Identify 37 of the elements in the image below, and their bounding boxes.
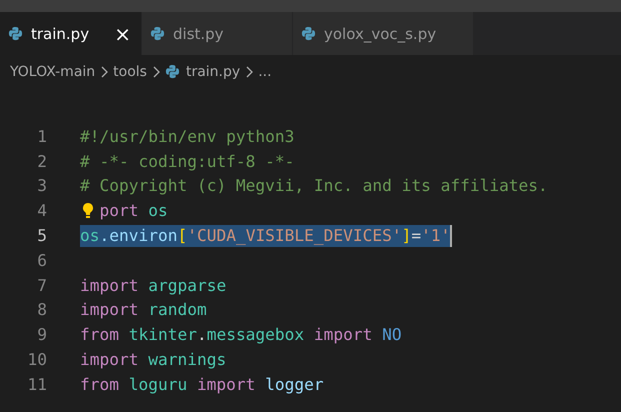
code-line: import warnings — [80, 349, 226, 371]
editor-tab[interactable]: yolox_voc_s.py — [293, 12, 474, 55]
lightbulb-icon[interactable] — [80, 202, 96, 220]
code-line: #!/usr/bin/env python3 — [80, 126, 294, 148]
line-number: 7 — [36, 276, 47, 295]
line-number: 5 — [36, 226, 47, 246]
editor-tab[interactable]: dist.py — [142, 12, 293, 55]
code-line: from loguru import logger — [80, 374, 324, 396]
breadcrumb-item[interactable]: YOLOX-main — [10, 64, 96, 80]
breadcrumb-item[interactable]: train.py — [164, 64, 240, 80]
line-number: 1 — [36, 126, 47, 146]
breadcrumb-item[interactable]: tools — [113, 64, 147, 80]
chevron-icon — [244, 66, 254, 78]
code-line: import random — [80, 299, 207, 321]
python-file-icon — [164, 64, 180, 79]
chevron-icon — [150, 66, 161, 78]
close-icon[interactable]: × — [114, 24, 131, 44]
python-file-icon — [150, 26, 165, 41]
code-line: port os — [99, 200, 168, 222]
breadcrumb-item[interactable]: ... — [258, 64, 272, 80]
code-line: # Copyright (c) Megvii, Inc. and its affiliates. — [80, 175, 548, 197]
code-line: import argparse — [80, 274, 226, 296]
chevron-icon — [99, 66, 110, 78]
python-file-icon — [301, 26, 316, 41]
line-number: 3 — [36, 176, 47, 196]
line-number: 6 — [36, 250, 47, 270]
line-number: 2 — [36, 152, 47, 171]
line-number: 4 — [36, 201, 47, 220]
text-cursor — [450, 224, 452, 247]
editor-tab[interactable]: train.py × — [0, 12, 142, 55]
python-file-icon — [8, 26, 23, 41]
line-number: 8 — [36, 300, 47, 320]
line-number: 11 — [26, 374, 47, 394]
line-number: 9 — [36, 325, 47, 344]
code-line: from tkinter.messagebox import NO — [80, 324, 402, 346]
code-line: # -*- coding:utf-8 -*- — [80, 150, 294, 172]
line-number: 10 — [26, 350, 47, 370]
